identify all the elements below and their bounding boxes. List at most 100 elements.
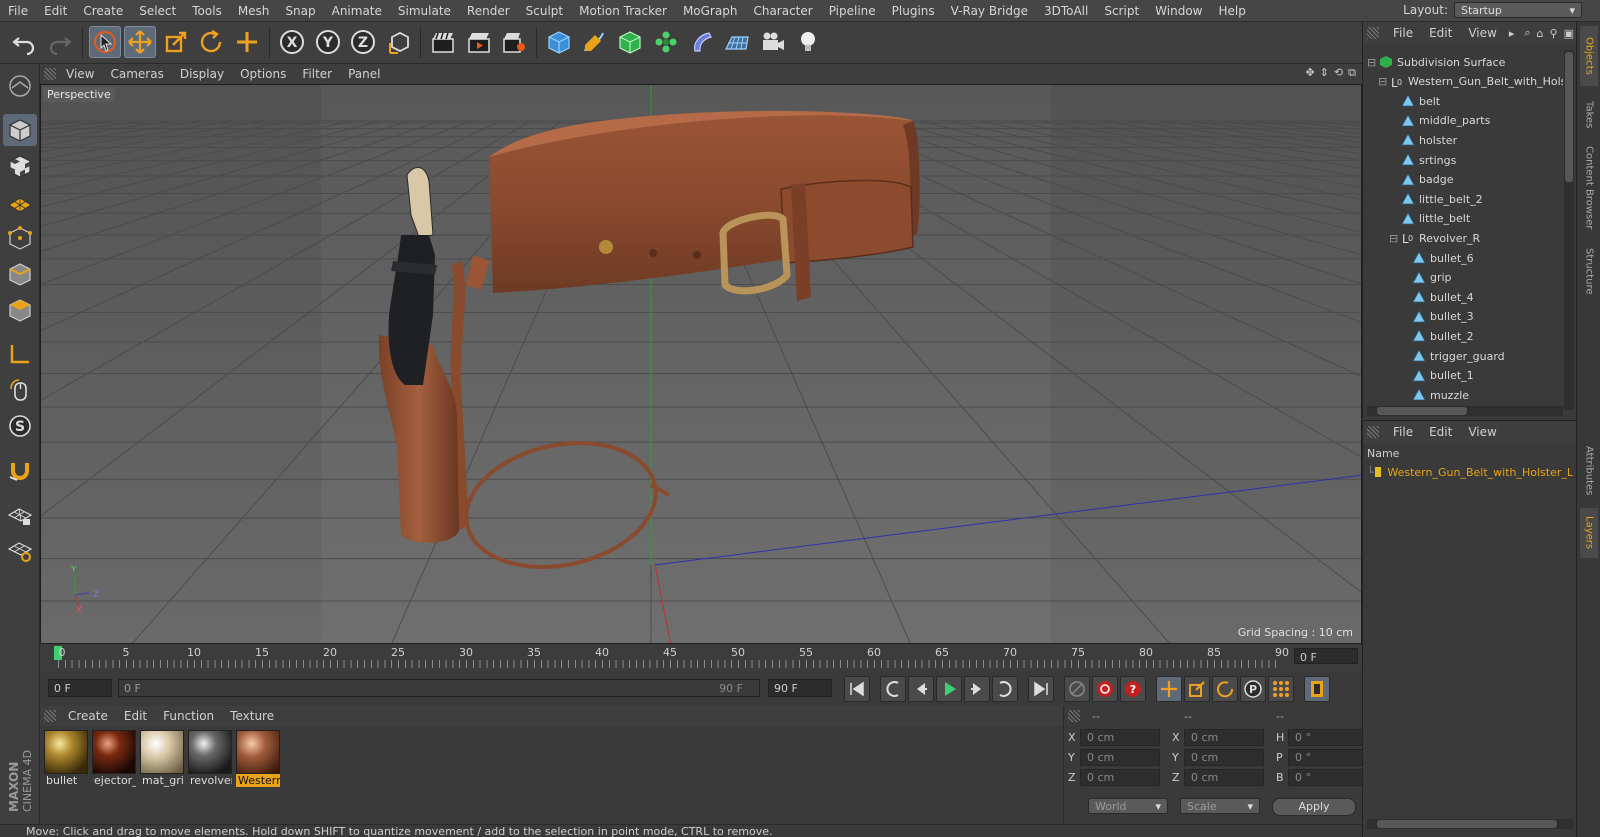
add-camera-button[interactable] — [757, 26, 789, 58]
start-frame-field[interactable]: 0 F — [48, 679, 112, 697]
menu-motion-tracker[interactable]: Motion Tracker — [571, 4, 675, 18]
pan-icon[interactable]: ✥ — [1305, 66, 1314, 80]
layer-color-swatch[interactable] — [1375, 467, 1382, 477]
tab-attributes[interactable]: Attributes — [1580, 438, 1598, 504]
menu-script[interactable]: Script — [1096, 4, 1147, 18]
menu-mograph[interactable]: MoGraph — [675, 4, 746, 18]
size-mode-dropdown[interactable]: Scale ▾ — [1180, 798, 1260, 814]
menu-v-ray-bridge[interactable]: V-Ray Bridge — [943, 4, 1036, 18]
object-tree-item[interactable]: bullet_3 — [1367, 307, 1474, 327]
object-menu-edit[interactable]: Edit — [1421, 26, 1460, 40]
render-view-button[interactable] — [427, 26, 459, 58]
model-mode-button[interactable] — [3, 114, 37, 146]
viewport-menu-filter[interactable]: Filter — [294, 67, 340, 81]
object-tree-hscroll[interactable] — [1367, 406, 1563, 416]
object-tree-item[interactable]: belt — [1367, 91, 1440, 111]
menu-character[interactable]: Character — [745, 4, 820, 18]
viewport-menu-display[interactable]: Display — [172, 67, 232, 81]
viewport-menu-view[interactable]: View — [58, 67, 102, 81]
layer-menu-view[interactable]: View — [1460, 425, 1504, 439]
dolly-icon[interactable]: ⇕ — [1320, 66, 1329, 80]
go-to-start-button[interactable] — [844, 676, 870, 702]
object-tree-item[interactable]: ⊟ L 0 Revolver_R — [1367, 228, 1480, 248]
object-tree-item[interactable]: srtings — [1367, 150, 1456, 170]
menu-render[interactable]: Render — [459, 4, 518, 18]
current-frame-field[interactable]: 0 F — [1294, 648, 1358, 664]
add-generator-button[interactable] — [614, 26, 646, 58]
coords-value-field[interactable]: 0 cm — [1184, 728, 1264, 746]
tab-structure[interactable]: Structure — [1580, 236, 1598, 306]
menu-plugins[interactable]: Plugins — [884, 4, 943, 18]
tab-content-browser[interactable]: Content Browser — [1580, 146, 1598, 230]
coords-value-field[interactable]: 0 cm — [1184, 748, 1264, 766]
y-axis-lock-button[interactable]: Y — [312, 26, 344, 58]
add-mograph-button[interactable] — [650, 26, 682, 58]
menu-snap[interactable]: Snap — [277, 4, 323, 18]
menu-mesh[interactable]: Mesh — [230, 4, 278, 18]
perspective-viewport[interactable]: Y Z X Perspective Grid Spacing : 10 cm — [40, 84, 1362, 644]
object-tree-item[interactable]: middle_parts — [1367, 111, 1490, 131]
add-light-button[interactable] — [792, 26, 824, 58]
key-rotation-button[interactable] — [1212, 676, 1238, 702]
key-parameter-button[interactable]: P — [1240, 676, 1266, 702]
object-tree-item[interactable]: grip — [1367, 268, 1452, 288]
next-frame-button[interactable] — [964, 676, 990, 702]
material-swatch[interactable]: mat_grip — [140, 730, 184, 788]
timeline-window-button[interactable] — [1304, 676, 1330, 702]
render-to-picture-viewer-button[interactable] — [463, 26, 495, 58]
points-mode-button[interactable] — [3, 222, 37, 254]
tweak-mode-button[interactable] — [3, 374, 37, 406]
layer-hscroll[interactable] — [1367, 819, 1573, 829]
menu-select[interactable]: Select — [131, 4, 184, 18]
object-tree-vscroll[interactable] — [1564, 50, 1574, 410]
enable-snap-button[interactable] — [3, 454, 37, 486]
material-menu-texture[interactable]: Texture — [222, 709, 282, 723]
object-tree-item[interactable]: holster — [1367, 130, 1457, 150]
search-icon[interactable]: ⌕ — [1524, 26, 1530, 40]
viewport-menu-cameras[interactable]: Cameras — [102, 67, 171, 81]
go-to-end-button[interactable] — [1028, 676, 1054, 702]
maximize-icon[interactable]: ⧉ — [1348, 66, 1356, 80]
object-tree-item[interactable]: trigger_guard — [1367, 346, 1505, 366]
menu-sculpt[interactable]: Sculpt — [518, 4, 571, 18]
tab-takes[interactable]: Takes — [1580, 90, 1598, 140]
tab-layers[interactable]: Layers — [1580, 508, 1598, 558]
previous-key-button[interactable] — [880, 676, 906, 702]
timeline-ruler[interactable]: 0 F 0 5 10 15 20 25 30 35 40 45 50 55 60 65 70 75 80 85 90 — [40, 644, 1362, 670]
add-cube-button[interactable] — [543, 26, 575, 58]
render-settings-button[interactable] — [498, 26, 530, 58]
key-scale-button[interactable] — [1184, 676, 1210, 702]
apply-button[interactable]: Apply — [1272, 798, 1356, 816]
preview-range-slider[interactable]: 0 F 90 F — [118, 679, 760, 697]
edges-mode-button[interactable] — [3, 258, 37, 290]
layer-row[interactable]: └ Western_Gun_Belt_with_Holster_L — [1367, 463, 1573, 481]
coords-value-field[interactable]: 0 cm — [1184, 768, 1264, 786]
viewport-menu-panel[interactable]: Panel — [340, 67, 388, 81]
object-tree-item[interactable]: ⊟ L 0 Western_Gun_Belt_with_Holst — [1367, 72, 1563, 92]
object-tree-item[interactable]: little_belt — [1367, 209, 1470, 229]
menu-tools[interactable]: Tools — [184, 4, 230, 18]
add-environment-button[interactable] — [721, 26, 753, 58]
next-key-button[interactable] — [992, 676, 1018, 702]
workplane-mode-button[interactable] — [3, 186, 37, 218]
menu-create[interactable]: Create — [75, 4, 131, 18]
key-pla-button[interactable] — [1268, 676, 1294, 702]
end-frame-field[interactable]: 90 F — [768, 679, 832, 697]
coordinate-system-button[interactable] — [383, 26, 415, 58]
material-swatch[interactable]: bullet — [44, 730, 88, 788]
redo-button[interactable] — [44, 26, 76, 58]
z-axis-lock-button[interactable]: Z — [347, 26, 379, 58]
rotate-tool-button[interactable] — [195, 26, 227, 58]
object-tree-item[interactable]: bullet_2 — [1367, 326, 1474, 346]
snapping-button[interactable]: S — [3, 410, 37, 442]
object-tree-item[interactable]: little_belt_2 — [1367, 189, 1483, 209]
material-swatch[interactable]: Westerr — [236, 730, 280, 788]
material-swatch[interactable]: revolver — [188, 730, 232, 788]
menu-pipeline[interactable]: Pipeline — [821, 4, 884, 18]
locked-workplane-button[interactable] — [3, 534, 37, 566]
object-tree-item[interactable]: badge — [1367, 170, 1453, 190]
material-menu-create[interactable]: Create — [60, 709, 116, 723]
collapse-toggle[interactable]: ⊟ — [1378, 75, 1390, 88]
menu-edit[interactable]: Edit — [36, 4, 75, 18]
arrow-right-icon[interactable]: ▸ — [1509, 27, 1515, 40]
